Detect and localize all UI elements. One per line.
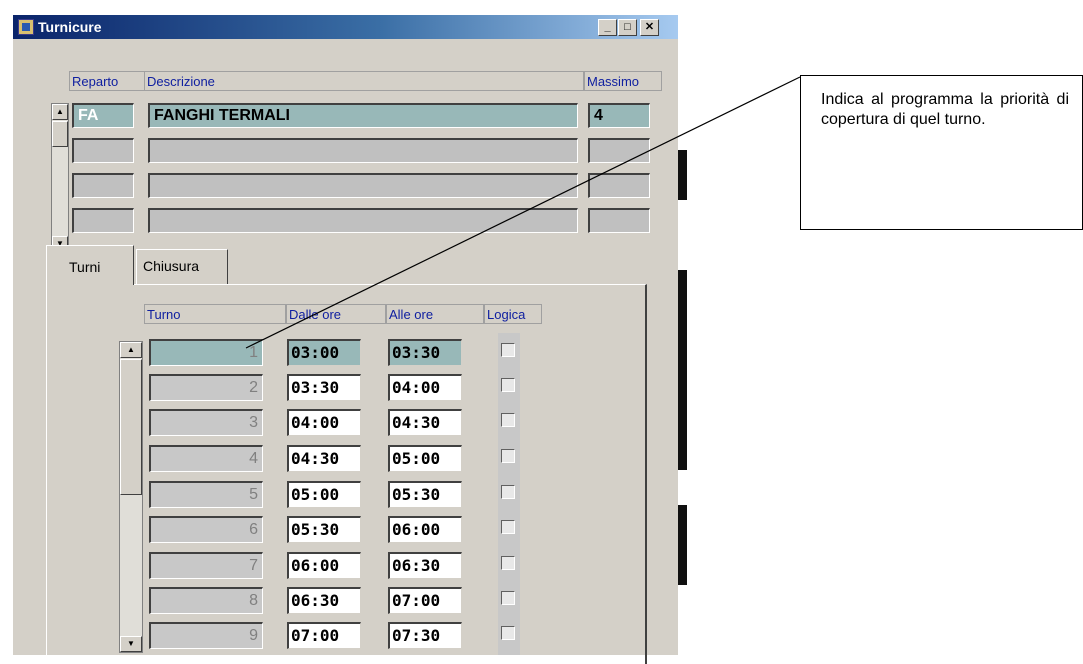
tab-turni[interactable]: Turni <box>46 245 134 285</box>
callout-leader-line <box>245 76 801 349</box>
